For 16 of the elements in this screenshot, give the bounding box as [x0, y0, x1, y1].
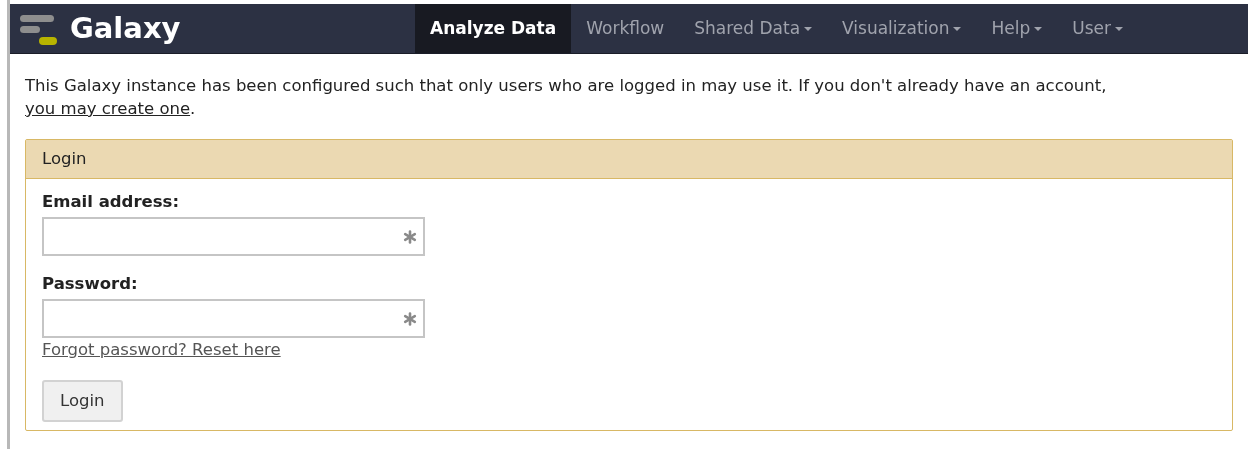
panel-header: Login: [26, 140, 1232, 179]
intro-text: This Galaxy instance has been configured such that only users who are logged in may use it. If you don't already have an account, you may create one.: [25, 75, 1108, 120]
field-label: Password:: [42, 273, 139, 295]
field-label: Email address:: [42, 191, 180, 213]
nav-tab[interactable]: Shared Data: [679, 4, 828, 53]
forgot-password-link[interactable]: Forgot password? Reset here: [42, 338, 281, 362]
nav-tab[interactable]: User: [1057, 4, 1138, 53]
nav-tab[interactable]: Workflow: [571, 4, 680, 53]
brand-name: Galaxy: [70, 14, 181, 43]
create-account-link[interactable]: you may create one: [25, 99, 191, 118]
nav-tab[interactable]: Analyze Data: [415, 4, 572, 53]
input-field[interactable]: [42, 217, 425, 256]
nav-tab[interactable]: Help: [976, 4, 1058, 53]
login-button[interactable]: Login: [42, 380, 123, 422]
nav-tab[interactable]: Visualization: [827, 4, 977, 53]
input-field[interactable]: [42, 299, 425, 338]
